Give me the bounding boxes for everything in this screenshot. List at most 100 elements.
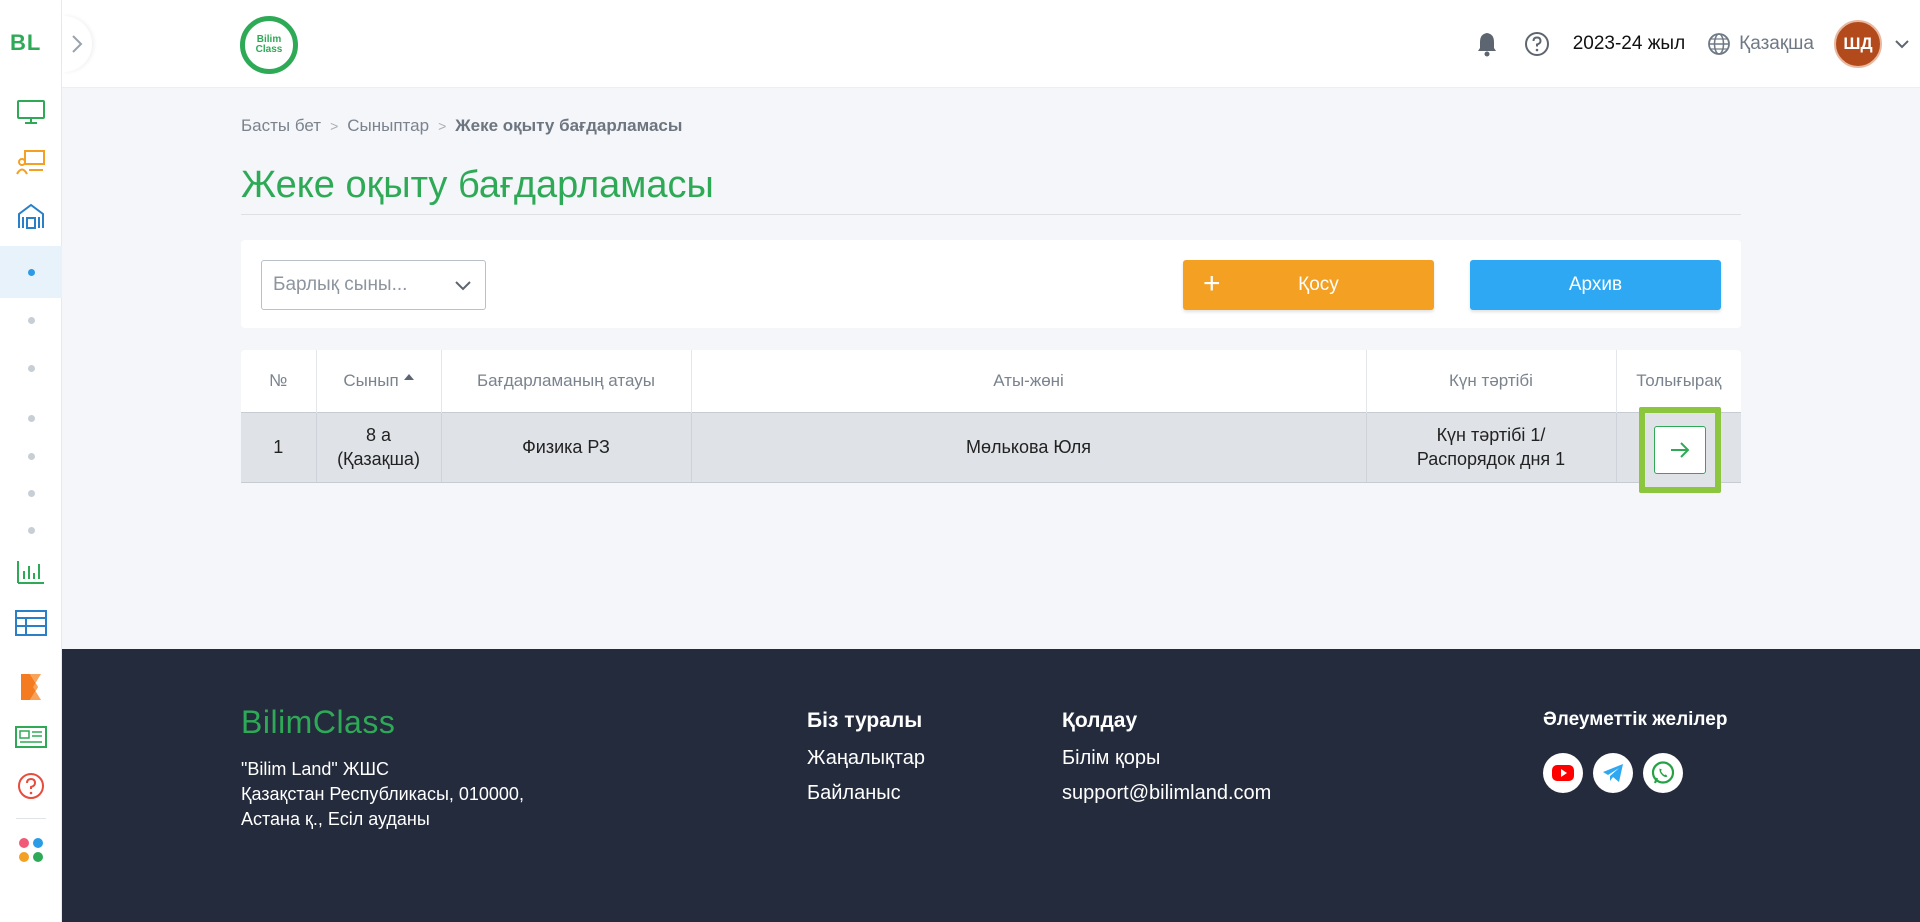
- address-line: Астана қ., Есіл ауданы: [241, 809, 430, 829]
- rail-item-k[interactable]: [0, 665, 62, 709]
- avatar[interactable]: ШД: [1834, 20, 1882, 68]
- language-label: Қазақша: [1739, 33, 1814, 54]
- col-header-program: Бағдарламаның атауы: [441, 350, 692, 412]
- user-menu-toggle[interactable]: [1892, 34, 1912, 54]
- cell-class-line2: (Қазақша): [337, 449, 420, 469]
- footer-link-news[interactable]: Жаңалықтар: [807, 747, 925, 770]
- language-switcher[interactable]: Қазақша: [1707, 32, 1814, 56]
- footer-link-knowledge-fund[interactable]: Білім қоры: [1062, 747, 1271, 770]
- rail-subitem-active[interactable]: [0, 246, 62, 298]
- footer-logo[interactable]: BilimClass: [241, 704, 395, 741]
- rail-subitem[interactable]: [0, 298, 62, 342]
- social-icons: [1543, 753, 1727, 793]
- rail-item-stats[interactable]: [0, 550, 62, 594]
- dot-icon: [27, 452, 35, 460]
- sort-up-icon: [403, 373, 414, 380]
- col-header-class[interactable]: Сынып: [316, 350, 442, 412]
- cell-schedule-line1: Күн тәртібі 1/: [1436, 425, 1546, 445]
- chevron-right-icon: [72, 35, 83, 53]
- chevron-right-icon: >: [438, 118, 447, 134]
- breadcrumb-classes[interactable]: Сыныптар: [347, 116, 429, 136]
- rail-item-table[interactable]: [0, 601, 62, 645]
- help-circle-icon: [18, 773, 44, 799]
- globe-icon: [1708, 33, 1731, 55]
- address-line: Қазақстан Республикасы, 010000,: [241, 784, 524, 804]
- chevron-right-icon: >: [330, 118, 339, 134]
- cell-class: 8 а (Қазақша): [316, 411, 442, 483]
- k-logo-icon: [21, 674, 41, 700]
- notifications-button[interactable]: [1473, 30, 1501, 58]
- footer-link-contact[interactable]: Байланыс: [807, 782, 925, 805]
- monitor-icon: [17, 100, 45, 124]
- school-icon: [18, 203, 44, 229]
- programs-table: № Сынып Бағдарламаның атауы Аты-жөні Күн…: [241, 350, 1741, 493]
- newspaper-icon: [15, 726, 47, 748]
- dot-icon: [27, 364, 35, 372]
- footer-support: Қолдау Білім қоры support@bilimland.com: [1062, 709, 1271, 817]
- help-button[interactable]: [1523, 30, 1551, 58]
- table-row: 1 8 а (Қазақша) Физика РЗ Мөлькова Юля Кү…: [241, 406, 1741, 493]
- table-header-row: № Сынып Бағдарламаның атауы Аты-жөні Күн…: [241, 350, 1741, 412]
- class-filter-value: Барлық сыны...: [273, 274, 408, 295]
- academic-year[interactable]: 2023-24 жыл: [1573, 33, 1685, 55]
- dot-icon: [27, 526, 35, 534]
- page-title: Жеке оқыту бағдарламасы: [241, 164, 714, 206]
- cell-class-line1: 8 а: [365, 425, 392, 445]
- logo-text: Bilim Class: [255, 34, 283, 55]
- rail-subitem[interactable]: [0, 346, 62, 390]
- rail-item-school[interactable]: [0, 192, 62, 240]
- address-line: "Bilim Land" ЖШС: [241, 759, 389, 779]
- details-highlight: [1638, 406, 1721, 493]
- telegram-link[interactable]: [1593, 753, 1633, 793]
- top-header: Bilim Class 2023-24 жыл Қазақша ШД: [62, 0, 1920, 88]
- whatsapp-link[interactable]: [1643, 753, 1683, 793]
- teacher-board-icon: [16, 150, 45, 175]
- cell-name: Мөлькова Юля: [691, 411, 1367, 483]
- archive-button[interactable]: Архив: [1470, 260, 1721, 310]
- whatsapp-icon: [1651, 761, 1675, 784]
- dot-icon: [27, 316, 35, 324]
- rail-item-news[interactable]: [0, 715, 62, 759]
- footer-about-title: Біз туралы: [807, 709, 923, 732]
- chevron-down-icon: [455, 281, 471, 291]
- footer-social: Әлеуметтік желілер: [1543, 709, 1727, 793]
- dot-icon: [27, 268, 35, 276]
- title-divider: [241, 214, 1741, 215]
- rail-subitem[interactable]: [0, 508, 62, 552]
- toolbar: Барлық сыны... + Қосу Архив: [241, 240, 1741, 328]
- open-details-button[interactable]: [1653, 425, 1706, 474]
- breadcrumb-home[interactable]: Басты бет: [241, 116, 321, 136]
- youtube-icon: [1552, 765, 1574, 781]
- breadcrumb-current: Жеке оқыту бағдарламасы: [455, 116, 683, 135]
- rail-logo[interactable]: BL: [10, 30, 41, 56]
- table-grid-icon: [15, 610, 47, 636]
- add-button-label: Қосу: [1298, 274, 1339, 295]
- col-header-class-label: Сынып: [343, 370, 399, 390]
- footer-social-title: Әлеуметтік желілер: [1543, 709, 1728, 730]
- cell-number: 1: [241, 411, 317, 483]
- footer-support-title: Қолдау: [1062, 709, 1138, 732]
- bell-icon: [1477, 33, 1496, 57]
- left-rail: BL: [0, 0, 62, 922]
- rail-item-monitor[interactable]: [0, 90, 62, 134]
- footer-address: "Bilim Land" ЖШС Қазақстан Республикасы,…: [241, 757, 524, 832]
- dot-icon: [27, 414, 35, 422]
- cell-schedule: Күн тәртібі 1/Распорядок дня 1: [1366, 411, 1617, 483]
- col-header-details: Толығырақ: [1636, 370, 1722, 390]
- footer-link-support-email[interactable]: support@bilimland.com: [1062, 782, 1271, 805]
- footer: BilimClass "Bilim Land" ЖШС Қазақстан Ре…: [62, 649, 1920, 922]
- bar-chart-icon: [17, 561, 44, 584]
- youtube-link[interactable]: [1543, 753, 1583, 793]
- rail-item-teacher[interactable]: [0, 140, 62, 184]
- cell-program: Физика РЗ: [441, 411, 692, 483]
- rail-item-apps[interactable]: [0, 828, 62, 872]
- rail-item-help[interactable]: [0, 764, 62, 808]
- breadcrumb: Басты бет > Сыныптар > Жеке оқыту бағдар…: [241, 116, 682, 136]
- class-filter-select[interactable]: Барлық сыны...: [261, 260, 486, 310]
- apps-icon: [19, 838, 43, 862]
- col-header-name: Аты-жөні: [691, 350, 1367, 412]
- telegram-icon: [1603, 764, 1623, 782]
- add-button[interactable]: + Қосу: [1183, 260, 1434, 310]
- bilimclass-logo[interactable]: Bilim Class: [240, 16, 298, 74]
- rail-divider: [16, 818, 46, 819]
